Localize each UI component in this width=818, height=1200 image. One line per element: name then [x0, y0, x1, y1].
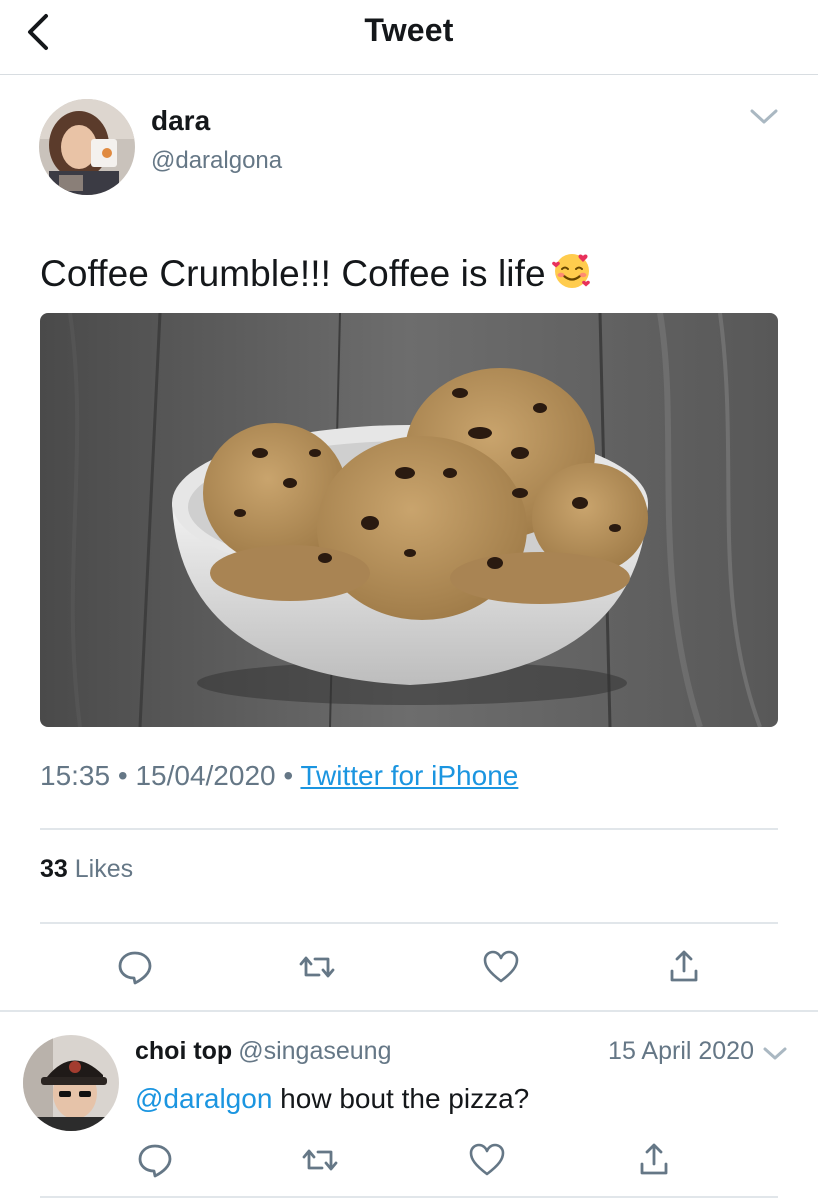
tweet-meta: 15:35 • 15/04/2020 • Twitter for iPhone [40, 760, 518, 792]
avatar[interactable] [39, 99, 135, 195]
reply-icon [138, 1144, 172, 1178]
retweet-button[interactable] [300, 1140, 340, 1180]
tweet-source-link[interactable]: Twitter for iPhone [300, 760, 518, 791]
likes-label: Likes [74, 855, 134, 883]
share-icon [640, 1143, 668, 1175]
share-icon [670, 950, 698, 982]
page-title: Tweet [364, 12, 454, 48]
divider [40, 922, 778, 924]
reply-author-name[interactable]: choi top [135, 1037, 232, 1065]
reply-avatar[interactable] [23, 1035, 119, 1131]
reply-button[interactable] [115, 947, 155, 987]
chevron-down-icon [763, 1047, 787, 1060]
reply-icon [118, 951, 152, 985]
reply-date: 15 April 2020 [608, 1037, 754, 1065]
author-name[interactable]: dara [151, 105, 210, 137]
retweet-button[interactable] [297, 947, 337, 987]
top-bar: Tweet [0, 0, 818, 75]
smiling-face-with-hearts-icon [550, 248, 594, 301]
reply-options-button[interactable] [760, 1040, 790, 1066]
reply-author[interactable]: choi top @singaseung [135, 1037, 391, 1066]
reply-text: @daralgon how bout the pizza? [135, 1083, 529, 1115]
like-button[interactable] [481, 947, 521, 987]
tweet-text: Coffee Crumble!!! Coffee is life [40, 248, 594, 301]
heart-icon [469, 1143, 505, 1176]
mention-link[interactable]: @daralgon [135, 1083, 272, 1114]
tweet-date: 15/04/2020 [135, 760, 276, 791]
retweet-icon [299, 956, 335, 978]
divider [40, 1196, 778, 1198]
heart-icon [483, 950, 519, 983]
tweet-options-button[interactable] [746, 100, 782, 132]
likes-count: 33 [40, 855, 68, 883]
tweet-image[interactable] [40, 313, 778, 727]
reply-button[interactable] [135, 1140, 175, 1180]
chevron-down-icon [750, 109, 778, 124]
meta-separator: • [283, 760, 294, 791]
reply-text-content: how bout the pizza? [272, 1083, 530, 1114]
author-handle[interactable]: @daralgona [151, 147, 282, 175]
divider [0, 1010, 818, 1012]
share-button[interactable] [634, 1140, 674, 1180]
retweet-icon [302, 1149, 338, 1171]
tweet-time: 15:35 [40, 760, 111, 791]
likes-summary[interactable]: 33 Likes [40, 855, 133, 884]
divider [40, 828, 778, 830]
like-button[interactable] [467, 1140, 507, 1180]
reply-author-handle[interactable]: @singaseung [238, 1037, 391, 1065]
share-button[interactable] [664, 947, 704, 987]
tweet-text-content: Coffee Crumble!!! Coffee is life [40, 253, 546, 294]
meta-separator: • [117, 760, 128, 791]
